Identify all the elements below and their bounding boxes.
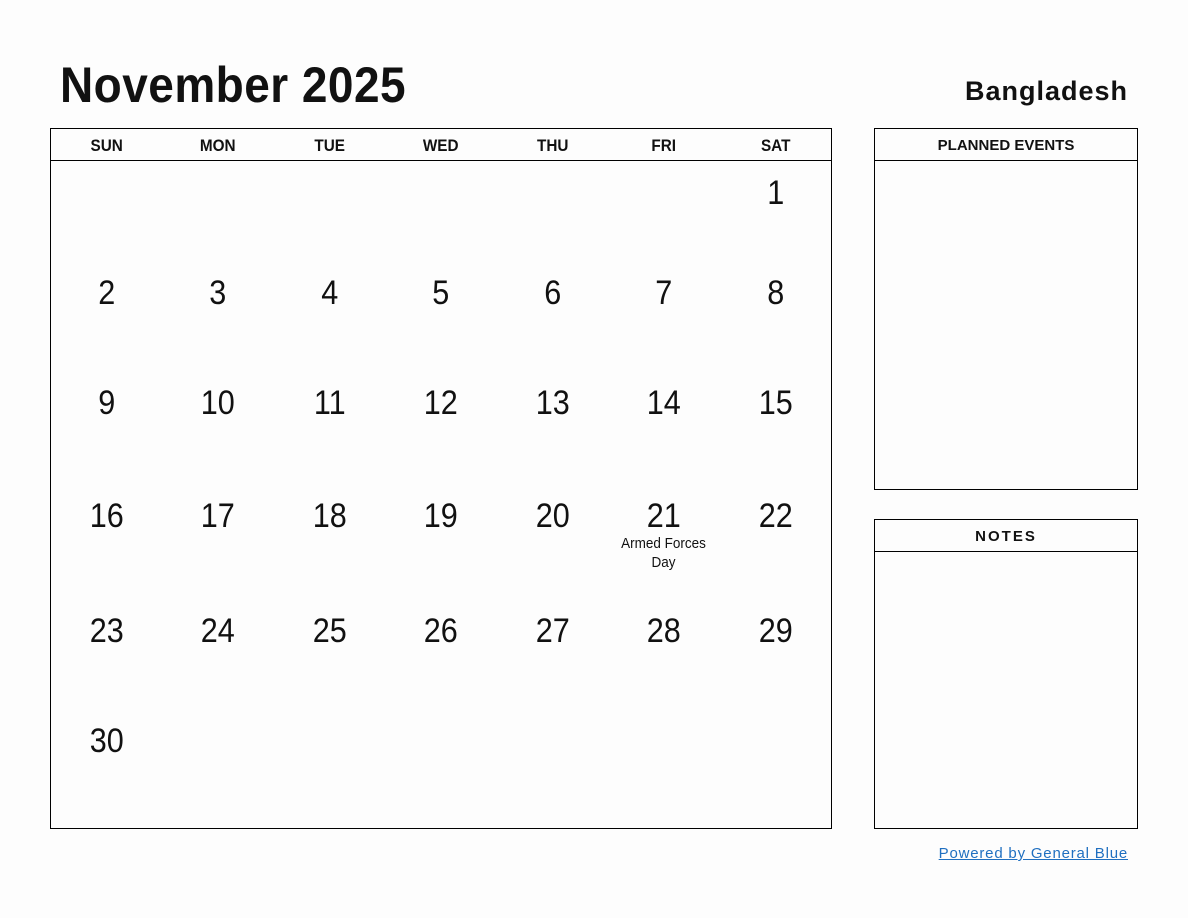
day-cell: 3 bbox=[162, 269, 273, 379]
day-cell: 14 bbox=[608, 379, 719, 492]
day-cell: 16 bbox=[51, 492, 162, 607]
day-number: 16 bbox=[89, 497, 124, 535]
day-number: 26 bbox=[423, 612, 459, 650]
weekday-thu: THU bbox=[536, 136, 569, 155]
day-cell: 21 Armed Forces Day bbox=[608, 492, 719, 607]
day-cell bbox=[608, 717, 719, 837]
weekday-fri: FRI bbox=[651, 136, 677, 155]
day-cell: 23 bbox=[51, 607, 162, 717]
day-cell: 29 bbox=[720, 607, 831, 717]
weekday-tue: TUE bbox=[314, 136, 345, 155]
day-cell: 22 bbox=[720, 492, 831, 607]
day-cell: 1 bbox=[720, 169, 831, 269]
day-number: 14 bbox=[646, 384, 681, 422]
day-number: 20 bbox=[535, 497, 570, 535]
day-cell bbox=[385, 169, 496, 269]
day-number: 9 bbox=[98, 384, 116, 422]
holiday-label: Armed Forces Day bbox=[621, 535, 707, 571]
day-number: 25 bbox=[312, 612, 347, 650]
day-number: 3 bbox=[209, 274, 227, 312]
page-title: November 2025 bbox=[60, 57, 407, 113]
day-cell: 17 bbox=[162, 492, 273, 607]
day-cell: 4 bbox=[274, 269, 385, 379]
day-number: 28 bbox=[646, 612, 681, 650]
day-cell: 7 bbox=[608, 269, 719, 379]
day-number: 12 bbox=[423, 384, 459, 422]
day-cell: 19 bbox=[385, 492, 496, 607]
day-cell bbox=[162, 169, 273, 269]
day-number: 22 bbox=[758, 497, 793, 535]
day-cell: 27 bbox=[497, 607, 608, 717]
calendar-grid: SUN MON TUE WED THU FRI SAT 1 2 3 4 5 6 7 8 9 10 11 12 13 1… bbox=[50, 128, 832, 829]
planned-events-heading: PLANNED EVENTS bbox=[875, 129, 1137, 161]
day-number: 11 bbox=[313, 384, 346, 422]
day-cell bbox=[274, 717, 385, 837]
day-number: 19 bbox=[423, 497, 459, 535]
weekday-header: SUN MON TUE WED THU FRI SAT bbox=[51, 129, 831, 161]
day-cell: 11 bbox=[274, 379, 385, 492]
day-cell: 9 bbox=[51, 379, 162, 492]
day-number: 1 bbox=[766, 174, 784, 212]
day-number: 23 bbox=[89, 612, 124, 650]
day-cell: 18 bbox=[274, 492, 385, 607]
day-cell: 13 bbox=[497, 379, 608, 492]
day-number: 2 bbox=[98, 274, 116, 312]
day-number: 27 bbox=[535, 612, 570, 650]
planned-events-box: PLANNED EVENTS bbox=[874, 128, 1138, 490]
day-cell bbox=[608, 169, 719, 269]
day-cell: 24 bbox=[162, 607, 273, 717]
day-number: 18 bbox=[312, 497, 347, 535]
day-number: 10 bbox=[201, 384, 236, 422]
day-cell bbox=[51, 169, 162, 269]
country-label: Bangladesh bbox=[964, 76, 1128, 106]
day-number: 8 bbox=[766, 274, 784, 312]
day-cell bbox=[720, 717, 831, 837]
day-number: 29 bbox=[758, 612, 793, 650]
day-cell bbox=[162, 717, 273, 837]
day-number: 21 bbox=[646, 497, 681, 535]
weekday-sat: SAT bbox=[760, 136, 790, 155]
day-cell: 15 bbox=[720, 379, 831, 492]
day-grid: 1 2 3 4 5 6 7 8 9 10 11 12 13 14 15 16 17 18 19 20 21 Armed F… bbox=[51, 161, 831, 837]
day-number: 4 bbox=[321, 274, 339, 312]
day-cell bbox=[497, 717, 608, 837]
day-number: 5 bbox=[432, 274, 450, 312]
day-cell: 5 bbox=[385, 269, 496, 379]
notes-box: NOTES bbox=[874, 519, 1138, 829]
day-cell bbox=[497, 169, 608, 269]
day-cell: 28 bbox=[608, 607, 719, 717]
day-cell: 20 bbox=[497, 492, 608, 607]
day-cell: 26 bbox=[385, 607, 496, 717]
day-number: 7 bbox=[655, 274, 673, 312]
day-cell: 30 bbox=[51, 717, 162, 837]
powered-by-link[interactable]: Powered by General Blue bbox=[939, 845, 1128, 862]
weekday-sun: SUN bbox=[90, 136, 123, 155]
day-number: 15 bbox=[758, 384, 793, 422]
weekday-mon: MON bbox=[200, 136, 236, 155]
notes-heading: NOTES bbox=[875, 520, 1137, 552]
day-cell bbox=[385, 717, 496, 837]
day-number: 30 bbox=[89, 722, 124, 760]
day-cell: 25 bbox=[274, 607, 385, 717]
day-cell: 10 bbox=[162, 379, 273, 492]
day-number: 13 bbox=[535, 384, 570, 422]
day-number: 6 bbox=[543, 274, 561, 312]
day-cell: 8 bbox=[720, 269, 831, 379]
weekday-wed: WED bbox=[423, 136, 459, 155]
day-cell: 6 bbox=[497, 269, 608, 379]
day-cell bbox=[274, 169, 385, 269]
day-number: 17 bbox=[201, 497, 236, 535]
day-number: 24 bbox=[201, 612, 236, 650]
day-cell: 2 bbox=[51, 269, 162, 379]
day-cell: 12 bbox=[385, 379, 496, 492]
